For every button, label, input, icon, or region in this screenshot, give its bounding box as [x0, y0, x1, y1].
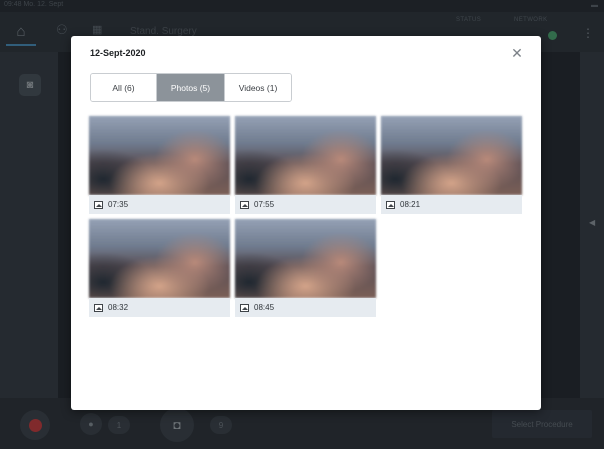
photo-time: 07:35: [108, 200, 129, 209]
image-icon: [94, 200, 103, 209]
tab-all[interactable]: All (6): [91, 74, 157, 101]
photo-tile[interactable]: 08:32: [89, 219, 230, 317]
image-icon: [386, 200, 395, 209]
image-icon: [240, 200, 249, 209]
media-filter-tabs: All (6) Photos (5) Videos (1): [90, 73, 292, 102]
photo-time: 08:45: [254, 303, 275, 312]
image-icon: [94, 303, 103, 312]
dialog-title: 12-Sept-2020: [90, 48, 146, 58]
photo-caption: 07:35: [89, 195, 230, 214]
photo-time: 07:55: [254, 200, 275, 209]
photo-time: 08:21: [400, 200, 421, 209]
photo-thumbnail: [235, 116, 376, 195]
photo-caption: 08:32: [89, 298, 230, 317]
close-icon[interactable]: ✕: [509, 45, 525, 61]
media-gallery-dialog: 12-Sept-2020 ✕ All (6) Photos (5) Videos…: [71, 36, 541, 410]
tab-photos[interactable]: Photos (5): [157, 74, 225, 101]
photo-thumbnail: [235, 219, 376, 298]
photo-time: 08:32: [108, 303, 129, 312]
photo-thumbnail: [89, 219, 230, 298]
photo-tile[interactable]: 08:45: [235, 219, 376, 317]
photo-caption: 08:45: [235, 298, 376, 317]
photo-tile[interactable]: 07:35: [89, 116, 230, 214]
image-icon: [240, 303, 249, 312]
photo-thumbnail: [381, 116, 522, 195]
photo-caption: 08:21: [381, 195, 522, 214]
photo-tile[interactable]: 08:21: [381, 116, 522, 214]
tab-videos[interactable]: Videos (1): [225, 74, 291, 101]
photo-thumbnail: [89, 116, 230, 195]
photo-tile[interactable]: 07:55: [235, 116, 376, 214]
photo-caption: 07:55: [235, 195, 376, 214]
